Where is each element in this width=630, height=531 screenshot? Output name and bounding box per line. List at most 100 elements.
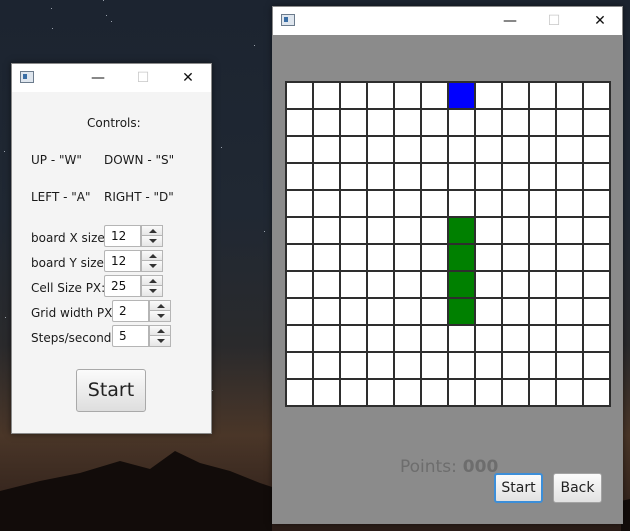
board-cell	[395, 326, 420, 351]
cell-size-input[interactable]	[104, 275, 141, 297]
board-y-size-input[interactable]	[104, 250, 141, 272]
grid-width-input[interactable]	[112, 300, 149, 322]
game-start-button[interactable]: Start	[494, 473, 543, 503]
snake-segment	[449, 272, 474, 297]
board-cell	[287, 272, 312, 297]
decrement-arrow-icon[interactable]	[149, 311, 171, 322]
controls-start-button[interactable]: Start	[76, 369, 146, 412]
board-cell	[557, 83, 582, 108]
back-button[interactable]: Back	[553, 473, 602, 503]
board-cell	[557, 110, 582, 135]
board-cell	[368, 191, 393, 216]
board-cell	[503, 218, 528, 243]
points-label: Points:	[400, 457, 457, 477]
board-x-size-input[interactable]	[104, 225, 141, 247]
app-icon	[281, 14, 295, 26]
grid-width-stepper	[149, 300, 171, 322]
board-cell	[314, 353, 339, 378]
steps-per-second-input[interactable]	[112, 325, 149, 347]
board-cell	[287, 299, 312, 324]
increment-arrow-icon[interactable]	[141, 225, 163, 236]
board-cell	[287, 191, 312, 216]
decrement-arrow-icon[interactable]	[149, 336, 171, 347]
board-cell	[341, 380, 366, 405]
board-cell	[557, 299, 582, 324]
board-cell	[368, 245, 393, 270]
board-cell	[476, 326, 501, 351]
board-cell	[584, 380, 609, 405]
board-cell	[557, 272, 582, 297]
board-cell	[530, 218, 555, 243]
steps-per-second-stepper	[149, 325, 171, 347]
board-cell	[584, 326, 609, 351]
board-cell	[557, 245, 582, 270]
star	[212, 390, 213, 391]
star	[264, 231, 265, 232]
minimize-icon[interactable]: —	[88, 68, 108, 88]
close-icon[interactable]: ✕	[590, 11, 610, 31]
board-cell	[341, 353, 366, 378]
board-cell	[449, 191, 474, 216]
board-cell	[422, 191, 447, 216]
increment-arrow-icon[interactable]	[149, 325, 171, 336]
game-titlebar[interactable]: — ☐ ✕	[273, 7, 622, 35]
board-cell	[476, 353, 501, 378]
board-cell	[314, 245, 339, 270]
board-cell	[503, 326, 528, 351]
right-key-hint: RIGHT - "D"	[104, 190, 174, 204]
board-cell	[530, 137, 555, 162]
board-cell	[557, 326, 582, 351]
cell-size-stepper	[141, 275, 163, 297]
board-cell	[503, 164, 528, 189]
board-cell	[584, 218, 609, 243]
board-y-size-label: board Y size:	[31, 256, 108, 270]
board-cell	[341, 164, 366, 189]
board-cell	[341, 326, 366, 351]
minimize-icon[interactable]: —	[500, 11, 520, 31]
board-cell	[395, 191, 420, 216]
increment-arrow-icon[interactable]	[141, 275, 163, 286]
board-cell	[368, 137, 393, 162]
board-cell	[341, 83, 366, 108]
board-cell	[503, 110, 528, 135]
board-cell	[503, 272, 528, 297]
board-cell	[314, 299, 339, 324]
game-board	[285, 81, 611, 407]
board-cell	[557, 353, 582, 378]
increment-arrow-icon[interactable]	[141, 250, 163, 261]
board-cell	[287, 326, 312, 351]
board-cell	[476, 164, 501, 189]
board-cell	[314, 326, 339, 351]
left-key-hint: LEFT - "A"	[31, 190, 91, 204]
board-cell	[368, 380, 393, 405]
board-cell	[341, 245, 366, 270]
board-cell	[557, 164, 582, 189]
board-cell	[584, 191, 609, 216]
board-x-size-stepper	[141, 225, 163, 247]
board-cell	[422, 245, 447, 270]
board-cell	[530, 191, 555, 216]
board-cell	[530, 380, 555, 405]
board-cell	[422, 83, 447, 108]
board-cell	[557, 380, 582, 405]
increment-arrow-icon[interactable]	[149, 300, 171, 311]
decrement-arrow-icon[interactable]	[141, 286, 163, 297]
snake-segment	[449, 299, 474, 324]
board-cell	[395, 245, 420, 270]
board-cell	[530, 299, 555, 324]
board-cell	[476, 299, 501, 324]
board-cell	[368, 299, 393, 324]
controls-titlebar[interactable]: — ☐ ✕	[12, 64, 211, 92]
board-cell	[476, 137, 501, 162]
board-cell	[395, 218, 420, 243]
close-icon[interactable]: ✕	[178, 68, 198, 88]
board-cell	[503, 191, 528, 216]
decrement-arrow-icon[interactable]	[141, 236, 163, 247]
grid-width-label: Grid width PX:	[31, 306, 117, 320]
board-cell	[422, 299, 447, 324]
decrement-arrow-icon[interactable]	[141, 261, 163, 272]
board-y-size-stepper	[141, 250, 163, 272]
board-cell	[341, 299, 366, 324]
star	[51, 8, 52, 9]
board-cell	[314, 218, 339, 243]
